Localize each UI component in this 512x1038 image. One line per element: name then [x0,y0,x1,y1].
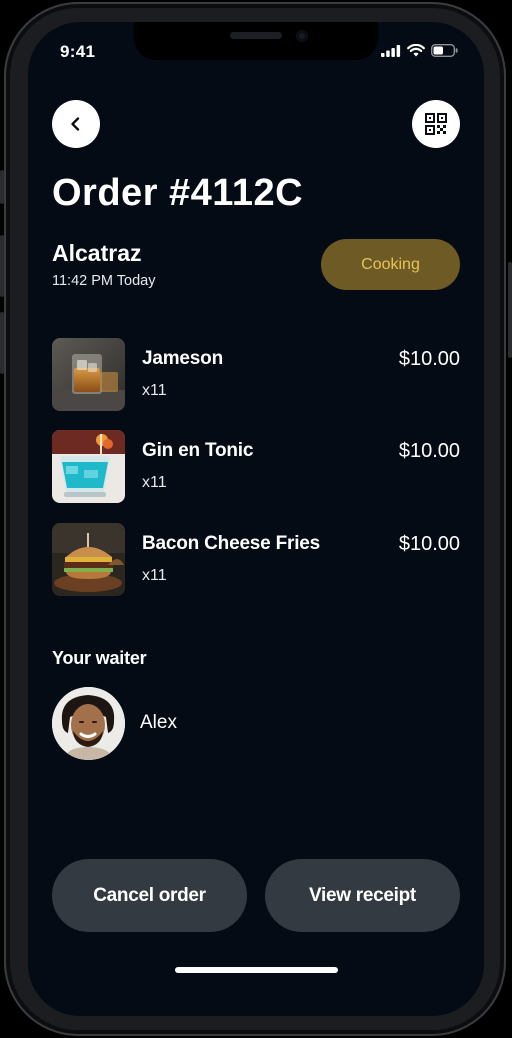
item-price: $10.00 [398,533,460,555]
view-receipt-button[interactable]: View receipt [265,859,460,932]
power-button [508,262,512,358]
qr-code-button[interactable] [412,100,460,148]
cellular-signal-icon [381,44,401,57]
notch [134,22,378,60]
app-screen: 9:41 Order #4112C Alcatraz 11:42 PM Toda… [28,22,484,1016]
status-icons [381,44,458,57]
qr-code-icon [425,113,447,135]
waiter-section-label: Your waiter [52,648,147,668]
item-quantity: x11 [142,382,167,399]
home-indicator[interactable] [175,967,338,973]
chevron-left-icon [71,117,80,131]
volume-down-button [0,312,4,374]
volume-up-button [0,235,4,297]
venue-name: Alcatraz [52,240,142,266]
order-title: Order #4112C [52,172,304,214]
status-time: 9:41 [60,42,96,61]
back-button[interactable] [52,100,100,148]
speaker [230,32,282,39]
order-item[interactable]: Bacon Cheese Fries x11 $10.00 [52,523,460,597]
item-name: Bacon Cheese Fries [142,533,321,554]
order-time: 11:42 PM Today [52,273,156,289]
mute-switch [0,170,4,204]
cancel-order-button[interactable]: Cancel order [52,859,247,932]
order-item[interactable]: Gin en Tonic x11 $10.00 [52,430,460,504]
battery-icon [431,44,458,57]
item-name: Gin en Tonic [142,440,254,461]
waiter-avatar [52,687,125,760]
waiter-name: Alex [140,712,177,733]
wifi-icon [407,44,425,57]
item-quantity: x11 [142,567,167,584]
burger-image [52,523,125,596]
status-badge: Cooking [321,239,460,290]
item-name: Jameson [142,348,223,369]
cocktail-image [52,430,125,503]
whiskey-glass-image [52,338,125,411]
order-item[interactable]: Jameson x11 $10.00 [52,338,460,412]
item-price: $10.00 [398,440,460,462]
item-price: $10.00 [398,348,460,370]
item-quantity: x11 [142,474,167,491]
front-camera [296,30,308,42]
